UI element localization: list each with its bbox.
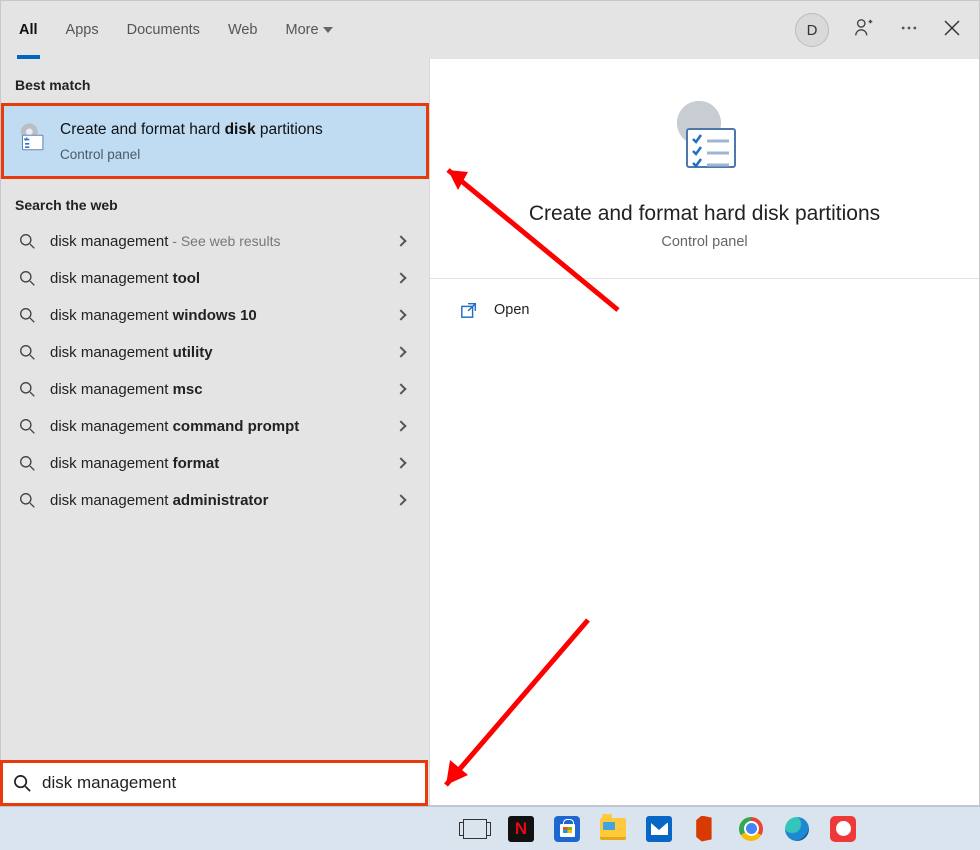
user-avatar[interactable]: D (795, 13, 829, 47)
web-result-item[interactable]: disk management - See web results (1, 223, 429, 260)
preview-subtitle: Control panel (450, 234, 959, 250)
bm-title-bold: disk (225, 121, 256, 138)
preview-pane: Create and format hard disk partitions C… (429, 59, 979, 805)
filter-tabs: All Apps Documents Web More (19, 1, 333, 59)
open-action[interactable]: Open (430, 279, 979, 341)
best-match-subtitle: Control panel (60, 147, 323, 162)
taskbar-vivaldi[interactable] (826, 812, 860, 846)
web-result-text: disk management windows 10 (50, 307, 257, 324)
search-icon (19, 344, 36, 361)
web-result-item[interactable]: disk management format (1, 445, 429, 482)
ellipsis-icon[interactable] (899, 18, 919, 43)
tab-apps[interactable]: Apps (66, 1, 99, 59)
web-result-item[interactable]: disk management msc (1, 371, 429, 408)
preview-title: Create and format hard disk partitions (450, 202, 959, 226)
preview-app-icon (663, 95, 747, 180)
web-result-text: disk management - See web results (50, 233, 280, 250)
search-body: Best match Create and format hard disk p… (1, 59, 979, 805)
search-input-box[interactable] (0, 760, 428, 806)
taskbar-task-view[interactable] (458, 812, 492, 846)
best-match-title: Create and format hard disk partitions (60, 120, 323, 141)
best-match-text: Create and format hard disk partitions C… (60, 120, 323, 162)
results-pane: Best match Create and format hard disk p… (1, 59, 429, 805)
web-result-text: disk management tool (50, 270, 200, 287)
search-icon (19, 270, 36, 287)
search-icon (19, 233, 36, 250)
taskbar: N (0, 806, 980, 850)
taskbar-microsoft-store[interactable] (550, 812, 584, 846)
web-result-text: disk management command prompt (50, 418, 299, 435)
web-result-item[interactable]: disk management administrator (1, 482, 429, 519)
tab-all[interactable]: All (19, 1, 38, 59)
web-results-list: disk management - See web results disk ma… (1, 223, 429, 519)
taskbar-edge[interactable] (780, 812, 814, 846)
web-result-item[interactable]: disk management tool (1, 260, 429, 297)
taskbar-chrome[interactable] (734, 812, 768, 846)
search-icon (19, 455, 36, 472)
taskbar-file-explorer[interactable] (596, 812, 630, 846)
close-icon[interactable] (943, 19, 961, 42)
chevron-right-icon (395, 384, 406, 395)
preview-header: Create and format hard disk partitions C… (430, 59, 979, 278)
search-icon (19, 381, 36, 398)
search-icon (13, 774, 32, 793)
chevron-right-icon (395, 273, 406, 284)
open-icon (460, 301, 478, 319)
open-label: Open (494, 302, 529, 318)
tab-documents[interactable]: Documents (127, 1, 200, 59)
web-result-item[interactable]: disk management command prompt (1, 408, 429, 445)
web-result-text: disk management msc (50, 381, 203, 398)
tab-more-label: More (286, 22, 319, 38)
feedback-icon[interactable] (853, 17, 875, 44)
chevron-right-icon (395, 458, 406, 469)
web-result-item[interactable]: disk management utility (1, 334, 429, 371)
search-icon (19, 492, 36, 509)
chevron-right-icon (395, 495, 406, 506)
disk-management-icon (14, 120, 48, 154)
bm-title-suffix: partitions (256, 121, 323, 138)
search-input[interactable] (42, 773, 415, 793)
taskbar-netflix[interactable]: N (504, 812, 538, 846)
taskbar-mail[interactable] (642, 812, 676, 846)
tab-web[interactable]: Web (228, 1, 258, 59)
top-right-controls: D (795, 13, 961, 47)
chevron-right-icon (395, 236, 406, 247)
search-filter-bar: All Apps Documents Web More D (1, 1, 979, 59)
web-result-text: disk management format (50, 455, 219, 472)
web-result-text: disk management utility (50, 344, 213, 361)
best-match-heading: Best match (1, 59, 429, 103)
tab-more[interactable]: More (286, 1, 333, 59)
chevron-right-icon (395, 421, 406, 432)
chevron-right-icon (395, 310, 406, 321)
web-result-item[interactable]: disk management windows 10 (1, 297, 429, 334)
search-icon (19, 307, 36, 324)
windows-search-panel: All Apps Documents Web More D Best match (0, 0, 980, 806)
chevron-down-icon (323, 27, 333, 33)
search-web-heading: Search the web (1, 179, 429, 223)
chevron-right-icon (395, 347, 406, 358)
search-icon (19, 418, 36, 435)
taskbar-office[interactable] (688, 812, 722, 846)
web-result-text: disk management administrator (50, 492, 268, 509)
bm-title-prefix: Create and format hard (60, 121, 225, 138)
best-match-result[interactable]: Create and format hard disk partitions C… (1, 103, 429, 179)
